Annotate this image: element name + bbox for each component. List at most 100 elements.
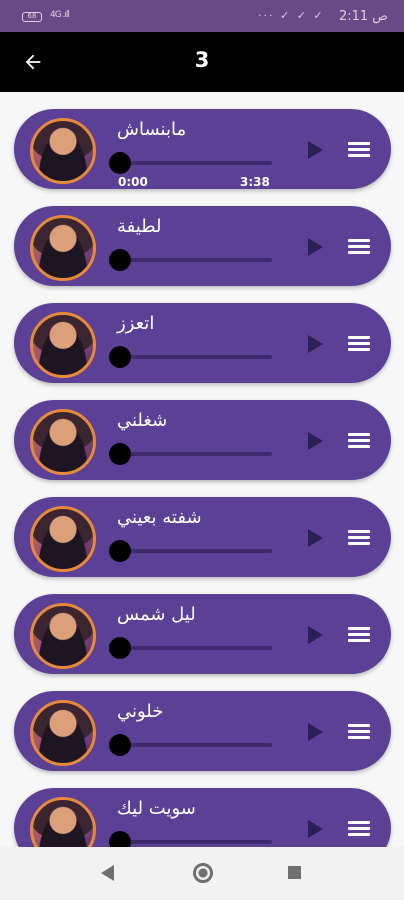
seek-thumb[interactable] [109,443,131,465]
artist-avatar [30,797,96,847]
play-icon[interactable] [308,432,323,450]
song-title: خلوني [117,701,277,722]
app-bar: 3 [0,32,404,92]
menu-icon[interactable] [348,627,370,643]
song-title: لطيفة [117,216,277,237]
play-icon[interactable] [308,335,323,353]
menu-icon-bar [348,536,370,539]
signal-icon: 4G .ıll [50,10,70,20]
menu-icon-bar [348,154,370,157]
menu-icon-bar [348,142,370,145]
play-icon[interactable] [308,626,323,644]
status-bar: 68 4G .ıll ··· ✓ ✓ ✓ ص 2:11 [0,0,404,32]
menu-icon[interactable] [348,239,370,255]
seek-thumb[interactable] [109,540,131,562]
menu-icon-bar [348,724,370,727]
song-title-text: شفته بعيني [117,507,202,528]
menu-icon-bar [348,639,370,642]
play-icon[interactable] [308,529,323,547]
seek-bar[interactable] [120,646,272,650]
song-card[interactable]: شغلني [14,400,391,480]
song-title: اتعزز [117,313,277,334]
song-title: مابنساش [117,119,277,140]
seek-bar[interactable] [120,161,272,165]
song-title: شغلني [117,410,277,431]
seek-bar[interactable] [120,258,272,262]
seek-thumb[interactable] [109,346,131,368]
menu-icon-bar [348,348,370,351]
menu-icon[interactable] [348,821,370,837]
menu-icon-bar [348,730,370,733]
nav-recents-button[interactable] [288,866,301,879]
seek-thumb[interactable] [109,734,131,756]
song-title-text: ليل شمس [117,604,196,625]
menu-icon-bar [348,633,370,636]
menu-icon-bar [348,245,370,248]
menu-icon-bar [348,530,370,533]
artist-avatar [30,312,96,378]
menu-icon-bar [348,433,370,436]
song-card[interactable]: ليل شمس [14,594,391,674]
menu-icon-bar [348,827,370,830]
nav-back-button[interactable] [101,865,114,881]
song-title-text: خلوني [117,701,164,722]
seek-bar[interactable] [120,840,272,844]
song-card[interactable]: مابنساش 0:00 3:38 [14,109,391,189]
artist-avatar [30,603,96,669]
menu-icon[interactable] [348,336,370,352]
seek-thumb[interactable] [109,152,131,174]
menu-icon-bar [348,833,370,836]
page-title: 3 [194,48,210,72]
artist-avatar [30,506,96,572]
seek-bar[interactable] [120,355,272,359]
artist-avatar [30,215,96,281]
seek-bar[interactable] [120,452,272,456]
play-icon[interactable] [308,141,323,159]
song-card[interactable]: سويت ليك [14,788,391,847]
song-card[interactable]: شفته بعيني [14,497,391,577]
nav-home-button[interactable] [193,863,213,883]
song-title-text: لطيفة [117,216,162,237]
song-card[interactable]: لطيفة [14,206,391,286]
seek-thumb[interactable] [109,249,131,271]
menu-icon-bar [348,627,370,630]
seek-bar[interactable] [120,549,272,553]
menu-icon[interactable] [348,724,370,740]
notification-icons: ··· ✓ ✓ ✓ [258,9,325,22]
status-clock: 2:11 [338,9,369,24]
song-card[interactable]: اتعزز [14,303,391,383]
play-icon[interactable] [308,723,323,741]
menu-icon-bar [348,148,370,151]
menu-icon-bar [348,821,370,824]
song-title: شفته بعيني [117,507,277,528]
menu-icon-bar [348,445,370,448]
song-card[interactable]: خلوني [14,691,391,771]
current-time: 0:00 [118,175,148,189]
menu-icon[interactable] [348,530,370,546]
menu-icon[interactable] [348,142,370,158]
menu-icon-bar [348,251,370,254]
status-ampm: ص [372,9,388,24]
play-icon[interactable] [308,820,323,838]
system-nav-bar [0,847,404,900]
menu-icon-bar [348,336,370,339]
menu-icon-bar [348,736,370,739]
song-title: سويت ليك [117,798,277,819]
total-time: 3:38 [240,175,270,189]
play-icon[interactable] [308,238,323,256]
seek-thumb[interactable] [109,637,131,659]
menu-icon-bar [348,542,370,545]
song-title: ليل شمس [117,604,277,625]
artist-avatar [30,118,96,184]
song-list: مابنساش 0:00 3:38 لطيفة اتعزز شغلني شفته بعيني… [0,92,404,847]
seek-bar[interactable] [120,743,272,747]
song-title-text: اتعزز [117,313,155,334]
song-title-text: شغلني [117,410,168,431]
artist-avatar [30,409,96,475]
seek-thumb[interactable] [109,831,131,847]
artist-avatar [30,700,96,766]
menu-icon-bar [348,342,370,345]
menu-icon[interactable] [348,433,370,449]
song-title-text: مابنساش [117,119,187,140]
menu-icon-bar [348,439,370,442]
